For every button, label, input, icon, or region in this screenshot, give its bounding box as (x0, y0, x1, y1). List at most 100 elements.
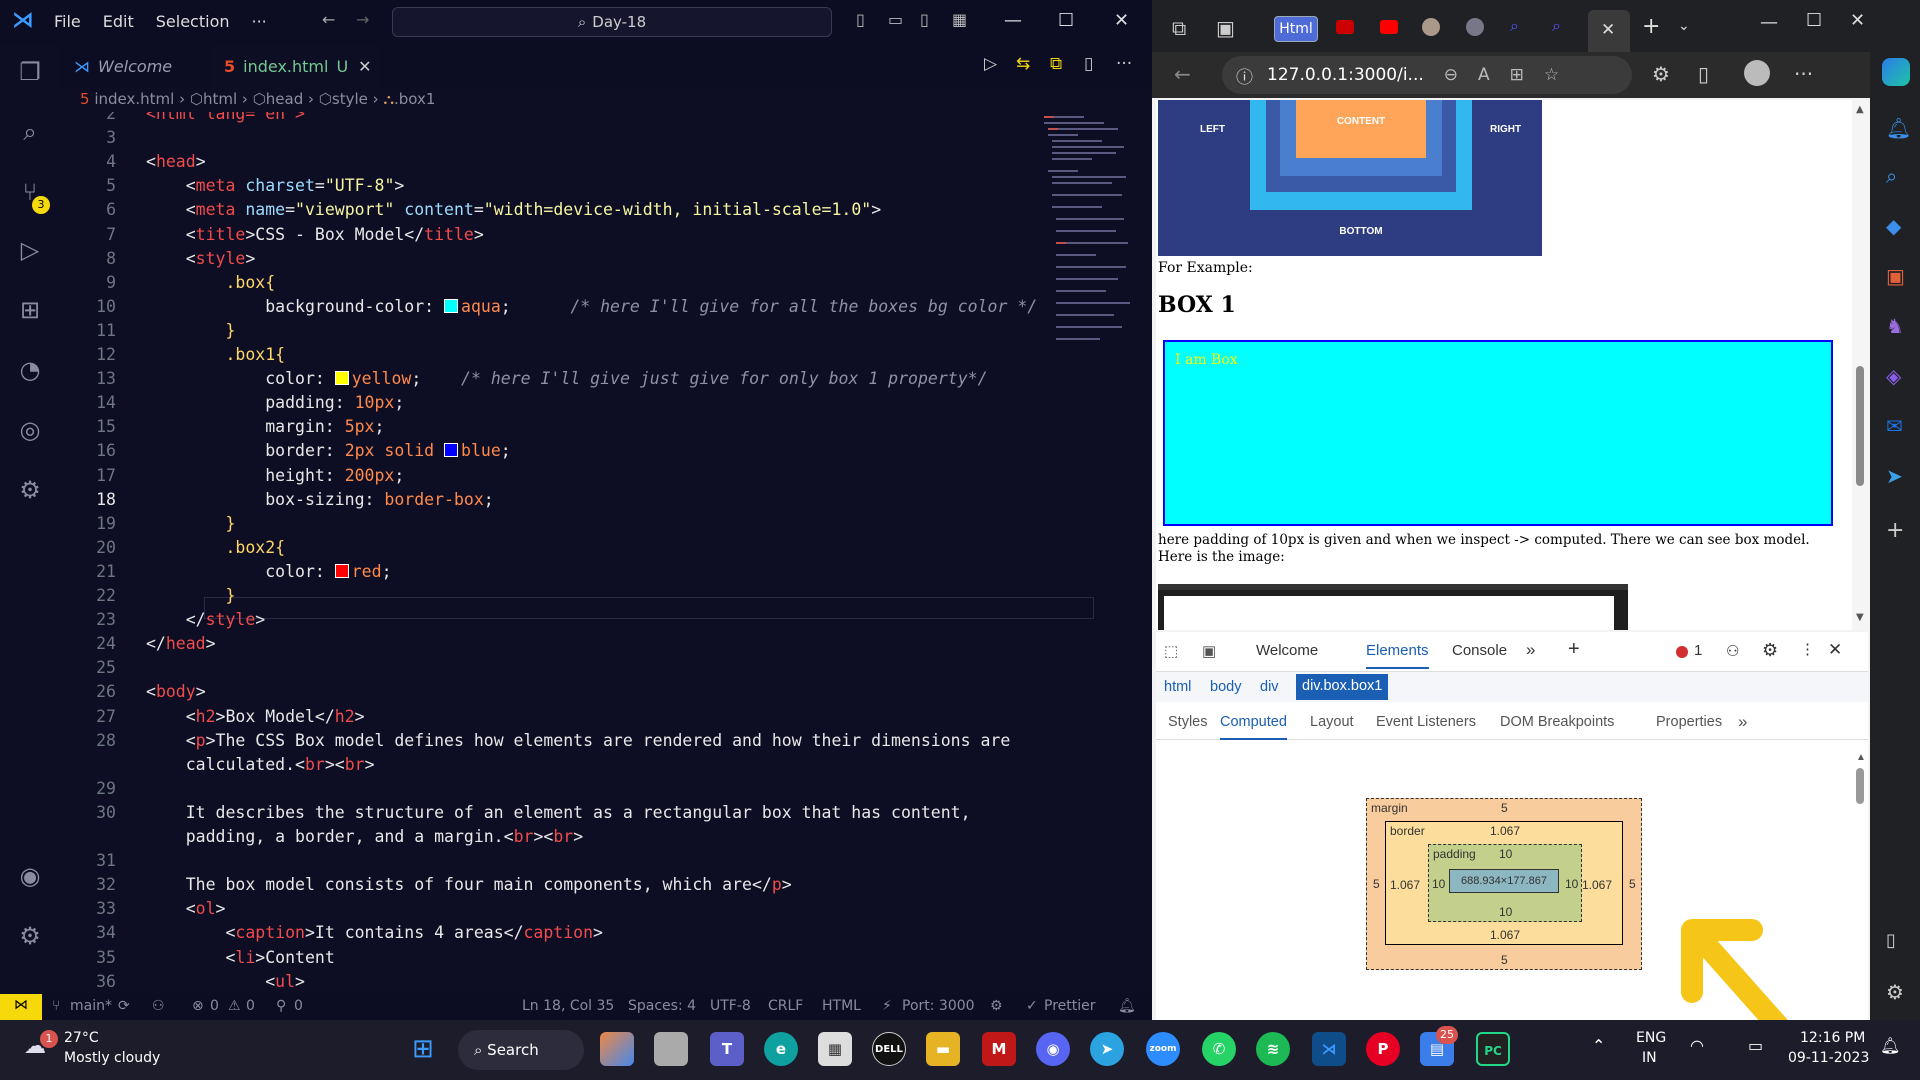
search-tab-icon[interactable]: ⌕ (1552, 16, 1561, 36)
whatsapp-icon[interactable]: ✆ (1202, 1032, 1236, 1066)
pinterest-icon[interactable]: P (1366, 1032, 1400, 1066)
tab-group-html[interactable]: Html (1274, 16, 1318, 42)
discord-icon[interactable]: ◉ (1036, 1032, 1070, 1066)
subtab-layout[interactable]: Layout (1310, 714, 1354, 730)
dom-crumb-div[interactable]: div (1260, 679, 1279, 695)
new-tab-icon[interactable]: + (1642, 14, 1660, 39)
menu-more[interactable]: ··· (252, 12, 267, 31)
taskbar-search[interactable]: ⌕ Search (458, 1030, 584, 1070)
close-tab-icon[interactable]: ✕ (358, 57, 371, 76)
more-tabs-chevron-icon[interactable]: » (1526, 640, 1535, 660)
minimap[interactable] (1040, 112, 1130, 362)
devtools-scrollbar[interactable]: ▲ (1854, 752, 1866, 1012)
compare-icon[interactable]: ⇆ (1016, 54, 1030, 74)
mcafee-icon[interactable]: M (982, 1032, 1016, 1066)
padding-bottom-value[interactable]: 10 (1499, 905, 1512, 919)
store-icon[interactable]: ▦ (818, 1032, 852, 1066)
breadcrumb-item[interactable]: head (266, 90, 303, 108)
settings-gear-icon[interactable]: ⚙ (1886, 980, 1904, 1004)
notifications-bell-icon[interactable]: 🔔︎ (1880, 1036, 1900, 1055)
active-tab[interactable]: ✕ (1588, 10, 1630, 52)
teams-icon[interactable]: T (710, 1032, 744, 1066)
dom-crumb-selected[interactable]: div.box.box1 (1296, 674, 1389, 700)
more-subtabs-chevron-icon[interactable]: » (1738, 712, 1747, 732)
toggle-sidebar-icon[interactable]: ▯ (856, 10, 865, 29)
breadcrumb-item[interactable]: .box1 (394, 90, 435, 108)
encoding[interactable]: UTF-8 (710, 998, 751, 1014)
telegram-icon[interactable]: ➤ (1090, 1032, 1124, 1066)
profile-avatar[interactable] (1744, 60, 1770, 86)
explorer-icon[interactable]: ❐ (14, 56, 46, 88)
send-icon[interactable]: ➤ (1886, 464, 1903, 488)
zoom-icon[interactable]: ⊖ (1444, 65, 1458, 85)
padding-left-value[interactable]: 10 (1432, 877, 1445, 891)
breadcrumb-item[interactable]: style (332, 90, 368, 108)
maximize-icon[interactable]: ☐ (1058, 10, 1074, 31)
info-icon[interactable]: ⓘ (1236, 63, 1253, 88)
dom-crumb-body[interactable]: body (1210, 679, 1241, 695)
zoom-icon[interactable]: zoom (1146, 1032, 1180, 1066)
account-icon[interactable]: ◉ (14, 860, 46, 892)
clock-time[interactable]: 12:16 PM (1800, 1030, 1865, 1046)
breadcrumb-item[interactable]: html (203, 90, 237, 108)
start-windows-icon[interactable]: ⊞ (412, 1034, 434, 1064)
subtab-properties[interactable]: Properties (1656, 714, 1722, 730)
wifi-icon[interactable]: ◠ (1690, 1036, 1704, 1055)
branch-name[interactable]: main* (70, 998, 112, 1014)
timeline-icon[interactable]: ⚙ (14, 474, 46, 506)
tab-index-html[interactable]: 5 index.html U ✕ (210, 44, 380, 88)
notifications-bell-icon[interactable]: 🔔︎ (1118, 998, 1136, 1014)
split-screen-icon[interactable]: ▯ (1698, 62, 1709, 86)
error-count[interactable]: 0 (210, 998, 219, 1014)
games-icon[interactable]: ♞ (1886, 314, 1904, 338)
run-icon[interactable]: ▷ (984, 54, 997, 74)
forward-arrow-icon[interactable]: → (356, 10, 369, 29)
border-bottom-value[interactable]: 1.067 (1490, 928, 1520, 942)
outlook-icon[interactable]: ✉ (1886, 414, 1903, 438)
git-graph-icon[interactable]: ◔ (14, 354, 46, 386)
margin-left-value[interactable]: 5 (1373, 877, 1380, 891)
language-mode[interactable]: HTML (822, 998, 861, 1014)
border-left-value[interactable]: 1.067 (1390, 878, 1420, 892)
extensions-icon[interactable]: ⊞ (14, 294, 46, 326)
menu-file[interactable]: File (54, 12, 81, 31)
devtools-tab-elements[interactable]: Elements (1366, 642, 1429, 669)
remote-indicator[interactable]: ⋈ (0, 994, 42, 1020)
back-arrow-icon[interactable]: ← (322, 10, 335, 29)
youtube-tab-icon[interactable] (1380, 20, 1398, 34)
network-icon[interactable]: ⚇ (1726, 642, 1739, 660)
margin-right-value[interactable]: 5 (1629, 877, 1636, 891)
add-icon[interactable]: + (1886, 518, 1904, 543)
avatar-tab-icon[interactable] (1422, 18, 1440, 36)
search-icon[interactable]: ⌕ (14, 116, 46, 148)
office-icon[interactable]: ◈ (1886, 364, 1901, 388)
line-ending[interactable]: CRLF (768, 998, 803, 1014)
back-arrow-icon[interactable]: ← (1174, 62, 1191, 86)
scrollbar-thumb[interactable] (1856, 366, 1864, 486)
toggle-panel-icon[interactable]: ▭ (888, 10, 903, 29)
subtab-computed[interactable]: Computed (1220, 714, 1287, 740)
language-eng[interactable]: ENG (1636, 1030, 1666, 1046)
close-devtools-icon[interactable]: ✕ (1828, 640, 1842, 660)
minimize-icon[interactable]: — (1760, 12, 1778, 33)
live-server-port[interactable]: Port: 3000 (902, 998, 975, 1014)
split-editor-icon[interactable]: ▯ (1084, 54, 1093, 74)
indentation[interactable]: Spaces: 4 (628, 998, 696, 1014)
boxmodel-border[interactable]: border 1.067 1.067 1.067 1.067 padding 1… (1385, 821, 1623, 945)
spotify-icon[interactable]: ≋ (1256, 1032, 1290, 1066)
settings-gear-icon[interactable]: ⚙ (1762, 640, 1778, 661)
live-share-icon[interactable]: ⚇ (152, 998, 165, 1014)
bell-icon[interactable]: 🔔︎ (1886, 116, 1911, 140)
avatar-tab-icon[interactable] (1466, 18, 1484, 36)
language-in[interactable]: IN (1642, 1050, 1657, 1066)
menu-edit[interactable]: Edit (103, 12, 134, 31)
workspaces-icon[interactable]: ⧉ (1172, 16, 1186, 40)
breadcrumb-item[interactable]: index.html (94, 90, 174, 108)
color-swatch[interactable] (444, 443, 459, 458)
device-toolbar-icon[interactable]: ▣ (1202, 642, 1216, 660)
clock-date[interactable]: 09-11-2023 (1788, 1050, 1869, 1066)
tools-icon[interactable]: ▣ (1886, 264, 1905, 288)
settings-gear-icon[interactable]: ⚙ (14, 920, 46, 952)
weather-desc[interactable]: Mostly cloudy (64, 1050, 160, 1066)
search-icon[interactable]: ⌕ (1886, 164, 1897, 188)
